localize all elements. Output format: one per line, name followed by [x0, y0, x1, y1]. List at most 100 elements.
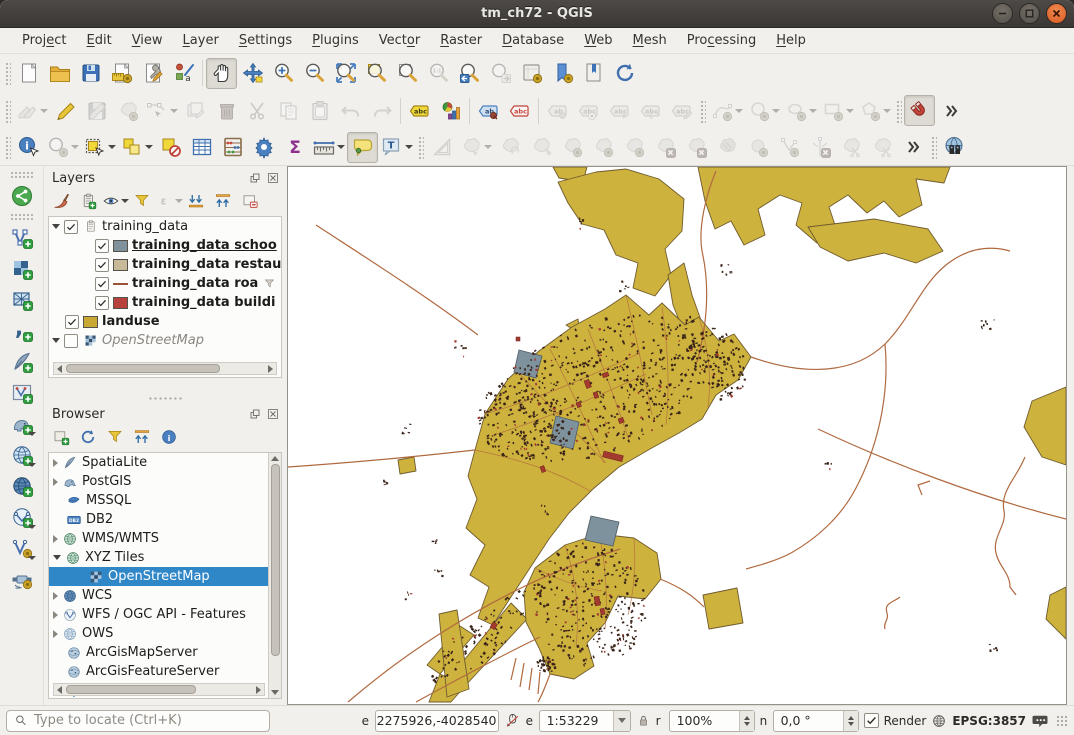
- layers-open-layer-styling-button[interactable]: [50, 190, 72, 212]
- menu-layer[interactable]: Layer: [173, 30, 229, 51]
- toolbar-grip[interactable]: [699, 99, 706, 123]
- dropdown-arrow[interactable]: [405, 145, 413, 149]
- browser-item-6[interactable]: OpenStreetMap: [49, 567, 281, 586]
- layer-item-4[interactable]: training_data buildi: [49, 293, 281, 312]
- browser-refresh-browser-button[interactable]: [77, 426, 99, 448]
- expander-icon[interactable]: [53, 611, 58, 619]
- select-by-value-button[interactable]: [118, 132, 155, 163]
- dropdown-arrow[interactable]: [772, 109, 780, 113]
- menu-edit[interactable]: Edit: [77, 30, 122, 51]
- style-manager-button[interactable]: a: [168, 58, 199, 89]
- dropdown-arrow[interactable]: [484, 145, 492, 149]
- map-canvas[interactable]: [287, 166, 1067, 705]
- menu-view[interactable]: View: [122, 30, 173, 51]
- browser-hscrollbar[interactable]: [53, 683, 265, 696]
- add-vector-layer-button[interactable]: [6, 222, 37, 253]
- layer-checkbox[interactable]: [95, 296, 109, 310]
- crs-label[interactable]: EPSG:3857: [952, 714, 1026, 728]
- magnifier-spin[interactable]: 100%: [669, 710, 755, 732]
- layer-labeling-options-button[interactable]: abc: [404, 95, 435, 126]
- show-layout-manager-button[interactable]: [137, 58, 168, 89]
- statistical-summary-button[interactable]: Σ: [279, 132, 310, 163]
- scale-combo[interactable]: 1:53229: [539, 710, 631, 732]
- dropdown-arrow[interactable]: [175, 199, 183, 203]
- maximize-button[interactable]: [1019, 3, 1040, 24]
- layers-manage-map-themes-button[interactable]: [104, 190, 126, 212]
- add-raster-layer-button[interactable]: [6, 253, 37, 284]
- toolbar-grip[interactable]: [10, 213, 34, 220]
- browser-vscrollbar[interactable]: [268, 453, 281, 698]
- layer-diagram-options-button[interactable]: [435, 95, 466, 126]
- zoom-in-button[interactable]: [268, 58, 299, 89]
- menu-database[interactable]: Database: [492, 30, 574, 51]
- expander-icon[interactable]: [53, 555, 61, 560]
- toolbar-grip[interactable]: [930, 135, 937, 159]
- minimize-button[interactable]: [992, 3, 1013, 24]
- toolbar-overflow-button[interactable]: [935, 95, 966, 126]
- layers-filter-legend-button[interactable]: [131, 190, 153, 212]
- extents-toggle-icon[interactable]: [504, 712, 521, 729]
- text-annotation-button[interactable]: T: [378, 132, 415, 163]
- dropdown-arrow[interactable]: [121, 199, 129, 203]
- browser-item-7[interactable]: WCS: [49, 586, 281, 605]
- open-field-calculator-button[interactable]: [217, 132, 248, 163]
- add-wms-layer-button[interactable]: [6, 439, 37, 470]
- expander-icon[interactable]: [53, 535, 58, 543]
- browser-item-10[interactable]: ArcGisMapServer: [49, 643, 281, 662]
- add-wfs-layer-button[interactable]: [6, 501, 37, 532]
- menu-mesh[interactable]: Mesh: [623, 30, 677, 51]
- lock-scale-icon[interactable]: [636, 713, 651, 728]
- zoom-to-layer-button[interactable]: [392, 58, 423, 89]
- add-vector-tile-layer-button[interactable]: [6, 532, 37, 563]
- measure-button[interactable]: [310, 132, 347, 163]
- layers-collapse-all-button[interactable]: [212, 190, 234, 212]
- new-project-button[interactable]: [13, 58, 44, 89]
- locate-input[interactable]: Type to locate (Ctrl+K): [6, 710, 270, 732]
- zoom-to-selection-button[interactable]: [361, 58, 392, 89]
- layer-item-1[interactable]: training_data schoo: [49, 236, 281, 255]
- layer-item-6[interactable]: OpenStreetMap: [49, 331, 281, 350]
- new-print-layout-button[interactable]: [106, 58, 137, 89]
- enable-snapping-button[interactable]: [904, 95, 935, 126]
- dropdown-arrow[interactable]: [337, 145, 345, 149]
- dropdown-arrow[interactable]: [28, 463, 36, 467]
- title-bar[interactable]: tm_ch72 - QGIS: [0, 0, 1074, 28]
- dropdown-arrow[interactable]: [735, 109, 743, 113]
- show-bookmarks-button[interactable]: [578, 58, 609, 89]
- browser-item-0[interactable]: SpatiaLite: [49, 453, 281, 472]
- layers-panel-float-icon[interactable]: [248, 171, 262, 185]
- resize-grip[interactable]: [1056, 715, 1068, 727]
- browser-item-2[interactable]: MSSQL: [49, 491, 281, 510]
- crs-globe-icon[interactable]: [931, 713, 947, 729]
- dropdown-arrow[interactable]: [883, 109, 891, 113]
- menu-settings[interactable]: Settings: [229, 30, 302, 51]
- zoom-out-button[interactable]: [299, 58, 330, 89]
- browser-browser-properties-button[interactable]: i: [158, 426, 180, 448]
- layer-checkbox[interactable]: [65, 315, 79, 329]
- menu-project[interactable]: Project: [12, 30, 77, 51]
- browser-panel-float-icon[interactable]: [248, 407, 262, 421]
- browser-item-4[interactable]: WMS/WMTS: [49, 529, 281, 548]
- gps-tools-button[interactable]: [6, 563, 37, 594]
- expander-icon[interactable]: [52, 338, 60, 343]
- expander-icon[interactable]: [53, 630, 58, 638]
- dropdown-arrow[interactable]: [28, 432, 36, 436]
- processing-toolbox-button[interactable]: [248, 132, 279, 163]
- close-button[interactable]: [1046, 3, 1067, 24]
- layer-checkbox[interactable]: [95, 258, 109, 272]
- browser-item-3[interactable]: DB2DB2: [49, 510, 281, 529]
- render-checkbox[interactable]: [864, 713, 879, 728]
- select-features-button[interactable]: [81, 132, 118, 163]
- layer-checkbox[interactable]: [64, 220, 78, 234]
- highlight-pinned-labels-button[interactable]: abc: [504, 95, 535, 126]
- toggle-editing-button[interactable]: [50, 95, 81, 126]
- layers-panel-close-icon[interactable]: [266, 171, 280, 185]
- browser-filter-browser-button[interactable]: [104, 426, 126, 448]
- browser-item-1[interactable]: PostGIS: [49, 472, 281, 491]
- toolbar-overflow-button[interactable]: [897, 132, 928, 163]
- metasearch-button[interactable]: [939, 132, 970, 163]
- deselect-all-button[interactable]: [155, 132, 186, 163]
- expander-icon[interactable]: [52, 224, 60, 229]
- open-data-source-manager-button[interactable]: [6, 180, 37, 211]
- scale-dropdown-arrow[interactable]: [613, 711, 630, 731]
